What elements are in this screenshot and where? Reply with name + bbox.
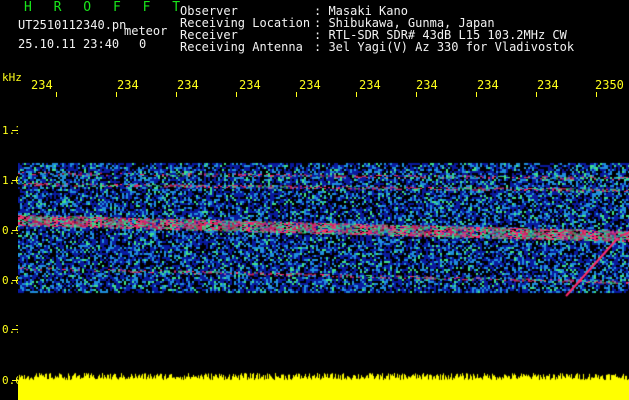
time-tick-label: 234 (359, 78, 381, 92)
time-tick-label: 234 (177, 78, 199, 92)
time-tick-label: 234 (31, 78, 53, 92)
antenna-key: Receiving Antenna (180, 40, 303, 54)
time-tick-label: 2350 (595, 78, 624, 92)
app-brand-label: H R O F F T (24, 0, 188, 15)
time-tick-label: 234 (117, 78, 139, 92)
time-tick-label: 234 (537, 78, 559, 92)
time-tick-label: 234 (239, 78, 261, 92)
time-tick-label: 234 (477, 78, 499, 92)
file-name-label: UT2510112340.pn (18, 18, 127, 32)
mode-label: meteor (124, 24, 168, 38)
time-tick-label: 234 (299, 78, 321, 92)
time-tick-label: 234 (416, 78, 438, 92)
antenna-value: : 3el Yagi(V) Az 330 for Vladivostok (314, 40, 575, 54)
y-axis-unit: kHz (2, 71, 22, 84)
count-label: 0 (139, 37, 147, 51)
date-time-label: 25.10.11 23:40 (18, 37, 120, 51)
spectrogram-plot (18, 98, 629, 400)
